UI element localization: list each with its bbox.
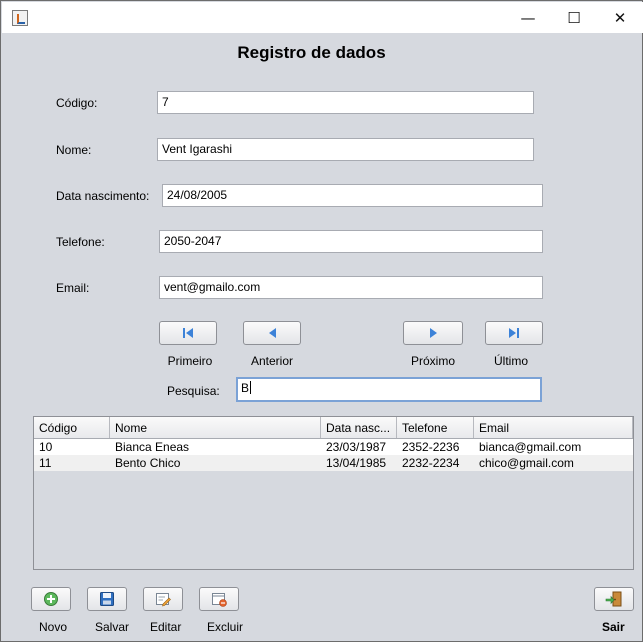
previous-label: Anterior xyxy=(250,354,294,368)
table-cell: Bento Chico xyxy=(115,456,181,470)
nome-field[interactable]: Vent Igarashi xyxy=(157,138,534,161)
search-label: Pesquisa: xyxy=(167,384,220,398)
table-cell: Bianca Eneas xyxy=(115,440,190,454)
table-cell: 2232-2234 xyxy=(402,456,460,470)
next-icon xyxy=(429,328,437,338)
table-cell: bianca@gmail.com xyxy=(479,440,582,454)
title-bar: — ☐ ✕ xyxy=(2,2,643,33)
skip-last-icon xyxy=(509,328,519,338)
column-header-email[interactable]: Email xyxy=(474,417,633,438)
next-label: Próximo xyxy=(410,354,455,368)
data-nascimento-field[interactable]: 24/08/2005 xyxy=(162,184,543,207)
codigo-label: Código: xyxy=(56,96,98,110)
sair-label: Sair xyxy=(602,620,625,634)
excluir-button[interactable] xyxy=(199,587,239,611)
previous-icon xyxy=(268,328,276,338)
column-header-data-nascimento[interactable]: Data nasc... xyxy=(321,417,397,438)
floppy-disk-icon xyxy=(100,592,114,606)
table-cell: 10 xyxy=(39,440,53,454)
table-cell: 11 xyxy=(39,456,52,470)
novo-button[interactable] xyxy=(31,587,71,611)
column-header-codigo[interactable]: Código xyxy=(34,417,110,438)
search-input-value: B xyxy=(241,381,250,395)
salvar-button[interactable] xyxy=(87,587,127,611)
next-button[interactable] xyxy=(403,321,463,345)
telefone-field[interactable]: 2050-2047 xyxy=(159,230,543,253)
codigo-field[interactable]: 7 xyxy=(157,91,534,114)
page-title: Registro de dados xyxy=(237,43,386,62)
table-cell: chico@gmail.com xyxy=(479,456,574,470)
minimize-button[interactable]: — xyxy=(505,3,551,33)
editar-button[interactable] xyxy=(143,587,183,611)
table-row[interactable]: 10 Bianca Eneas 23/03/1987 2352-2236 bia… xyxy=(34,439,633,455)
table-cell: 2352-2236 xyxy=(402,440,460,454)
search-input[interactable]: B xyxy=(236,377,542,402)
table-header: Código Nome Data nasc... Telefone Email xyxy=(34,417,633,439)
edit-document-icon xyxy=(156,593,171,607)
delete-document-icon xyxy=(212,593,227,607)
table-cell: 13/04/1985 xyxy=(326,456,387,470)
text-caret xyxy=(250,381,252,394)
email-field[interactable]: vent@gmailo.com xyxy=(159,276,543,299)
editar-label: Editar xyxy=(150,620,182,634)
skip-first-icon xyxy=(183,328,193,338)
nome-label: Nome: xyxy=(56,143,92,157)
first-label: Primeiro xyxy=(167,354,213,368)
table-row[interactable]: 11 Bento Chico 13/04/1985 2232-2234 chic… xyxy=(34,455,633,471)
maximize-button[interactable]: ☐ xyxy=(551,3,597,33)
email-label: Email: xyxy=(56,281,90,295)
add-circle-icon xyxy=(44,592,58,606)
exit-door-icon xyxy=(605,591,622,607)
column-header-telefone[interactable]: Telefone xyxy=(397,417,474,438)
sair-button[interactable] xyxy=(594,587,634,611)
last-label: Último xyxy=(493,354,528,368)
last-button[interactable] xyxy=(485,321,543,345)
telefone-label: Telefone: xyxy=(56,235,105,249)
previous-button[interactable] xyxy=(243,321,301,345)
close-button[interactable]: ✕ xyxy=(597,3,643,33)
novo-label: Novo xyxy=(39,620,68,634)
excluir-label: Excluir xyxy=(207,620,244,634)
column-header-nome[interactable]: Nome xyxy=(110,417,321,438)
table-cell: 23/03/1987 xyxy=(326,440,387,454)
salvar-label: Salvar xyxy=(95,620,130,634)
results-table[interactable]: Código Nome Data nasc... Telefone Email … xyxy=(33,416,634,570)
first-button[interactable] xyxy=(159,321,217,345)
java-cup-icon[interactable] xyxy=(12,10,28,26)
data-nascimento-label: Data nascimento: xyxy=(56,189,150,203)
main-window: — ☐ ✕ Registro de dados Código: 7 Nome: … xyxy=(0,0,643,642)
